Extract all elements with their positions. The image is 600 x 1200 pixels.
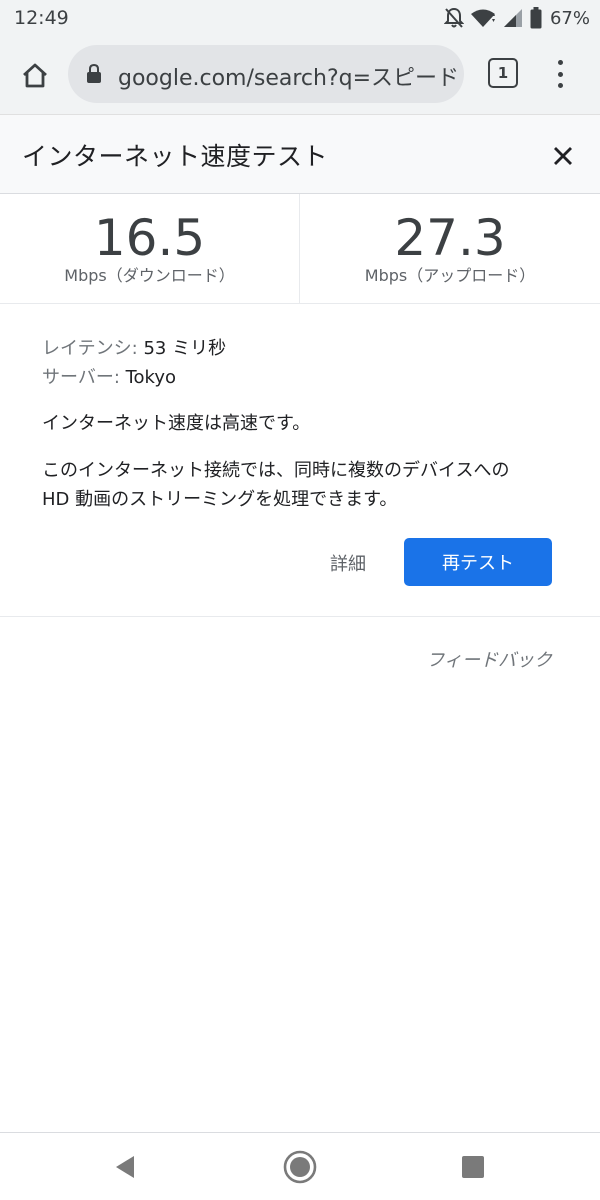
download-label: Mbps（ダウンロード） [64, 266, 235, 285]
connection-info: レイテンシ: 53 ミリ秒 サーバー: Tokyo [42, 334, 572, 392]
menu-dot [557, 60, 563, 65]
menu-button[interactable] [548, 55, 572, 93]
url-text: google.com/search?q=スピード [118, 66, 458, 91]
notifications-off-icon [443, 7, 464, 28]
panel-header: インターネット速度テスト [0, 114, 600, 194]
wifi-icon [470, 9, 495, 27]
description-line-2: HD 動画のストリーミングを処理できます。 [42, 489, 398, 510]
status-bar: 12:49 67% [0, 0, 600, 36]
description-line-1: このインターネット接続では、同時に複数のデバイスへの [42, 460, 510, 481]
tab-count: 1 [497, 64, 509, 82]
latency-line: レイテンシ: 53 ミリ秒 [42, 334, 572, 363]
status-time: 12:49 [14, 7, 69, 29]
speed-summary: インターネット速度は高速です。 [42, 413, 311, 434]
recent-apps-icon[interactable] [462, 1156, 484, 1178]
server-value: Tokyo [119, 367, 177, 388]
status-icons: 67% [443, 6, 590, 30]
divider [0, 616, 600, 617]
speed-results: 16.5 Mbps（ダウンロード） 27.3 Mbps（アップロード） [0, 194, 600, 304]
address-bar[interactable]: google.com/search?q=スピード [68, 45, 464, 103]
home-nav-icon[interactable] [282, 1149, 318, 1185]
upload-value: 27.3 [394, 209, 506, 267]
retest-button[interactable]: 再テスト [404, 538, 552, 586]
battery-percent: 67% [549, 7, 590, 29]
back-icon[interactable] [112, 1153, 138, 1181]
tabs-button[interactable]: 1 [488, 58, 518, 88]
menu-dot [557, 83, 563, 88]
browser-toolbar: google.com/search?q=スピード 1 [0, 36, 600, 114]
server-key: サーバー: [42, 367, 120, 388]
signal-icon [503, 9, 522, 27]
server-line: サーバー: Tokyo [42, 363, 572, 392]
menu-dot [557, 71, 563, 77]
latency-value: 53 ミリ秒 [137, 338, 227, 359]
lock-icon [87, 64, 101, 83]
feedback-link[interactable]: フィードバック [426, 646, 552, 672]
download-value: 16.5 [93, 209, 206, 267]
upload-box: 27.3 Mbps（アップロード） [300, 194, 600, 304]
home-icon [23, 63, 47, 88]
close-icon[interactable] [546, 139, 580, 173]
system-nav-bar [0, 1132, 600, 1200]
speed-description: このインターネット接続では、同時に複数のデバイスへの HD 動画のストリーミング… [42, 456, 572, 514]
download-box: 16.5 Mbps（ダウンロード） [0, 194, 300, 304]
details-link[interactable]: 詳細 [330, 550, 366, 576]
battery-icon [530, 7, 542, 29]
upload-label: Mbps（アップロード） [364, 266, 536, 285]
panel-title: インターネット速度テスト [22, 142, 329, 171]
home-button[interactable] [14, 54, 56, 96]
latency-key: レイテンシ: [42, 338, 138, 359]
